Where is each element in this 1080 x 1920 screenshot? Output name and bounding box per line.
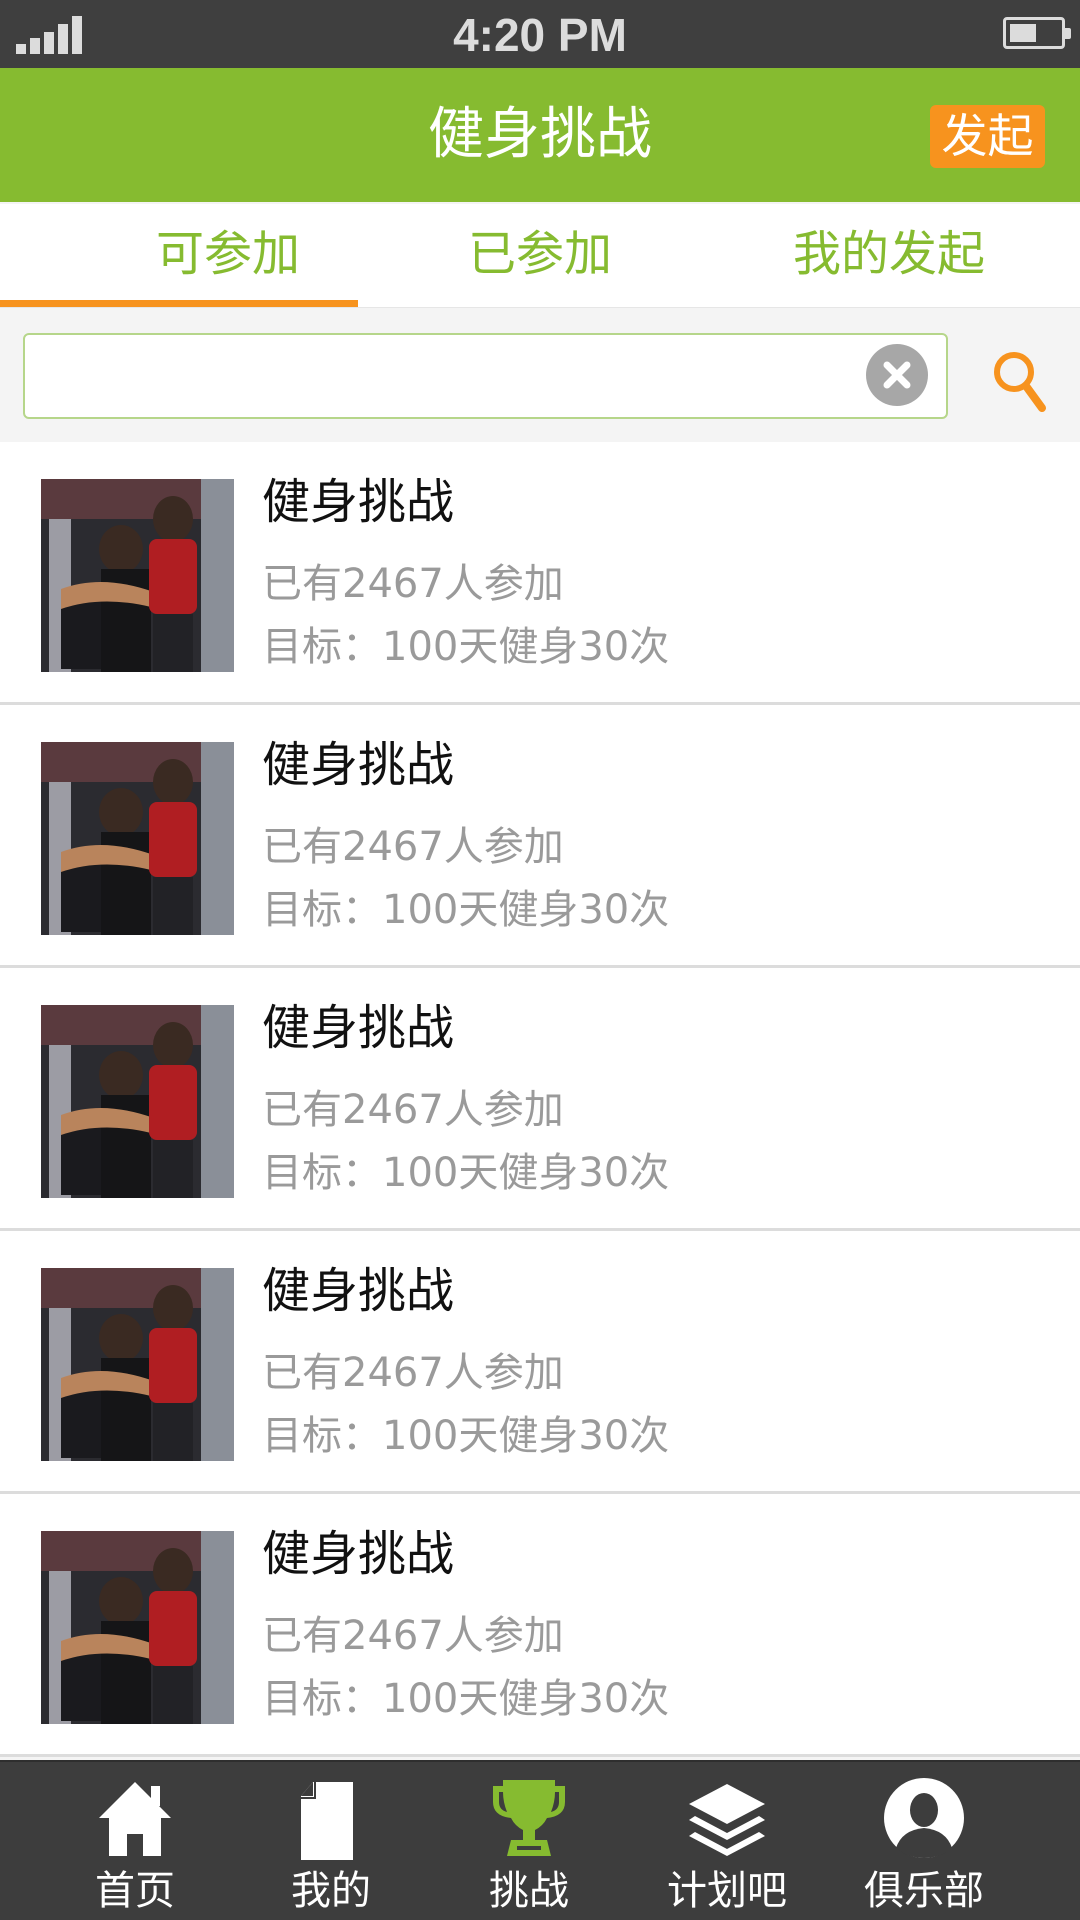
page-title: 健身挑战	[428, 102, 652, 167]
status-time: 4:20 PM	[453, 9, 627, 61]
nav-item-club[interactable]: 俱乐部	[829, 1762, 1019, 1920]
challenge-title: 健身挑战	[262, 1263, 455, 1319]
nav-item-challenge[interactable]: 挑战	[434, 1762, 624, 1920]
tab-available[interactable]: 可参加	[58, 224, 398, 284]
challenge-thumbnail	[41, 1005, 234, 1198]
launch-challenge-button[interactable]: 发起	[930, 105, 1045, 168]
challenge-goal: 目标：100天健身30次	[262, 624, 670, 670]
challenge-goal: 目标：100天健身30次	[262, 1413, 670, 1459]
nav-item-plans[interactable]: 计划吧	[632, 1762, 822, 1920]
nav-label-club: 俱乐部	[864, 1868, 984, 1914]
challenge-goal: 目标：100天健身30次	[262, 1150, 670, 1196]
active-tab-indicator	[0, 300, 358, 307]
tab-my-launched[interactable]: 我的发起	[719, 224, 1059, 284]
participant-count: 已有2467人参加	[262, 561, 564, 607]
nav-item-home[interactable]: 首页	[40, 1762, 230, 1920]
trophy-icon	[489, 1776, 569, 1862]
document-icon	[291, 1776, 371, 1862]
participant-count: 已有2467人参加	[262, 1350, 564, 1396]
challenge-title: 健身挑战	[262, 737, 455, 793]
challenge-goal: 目标：100天健身30次	[262, 887, 670, 933]
challenge-thumbnail	[41, 1531, 234, 1724]
challenge-thumbnail	[41, 1268, 234, 1461]
layers-icon	[687, 1776, 767, 1862]
fitness-challenge-screen: 4:20 PM 健身挑战 发起 可参加 已参加 我的发起 健身挑战 已有2467…	[0, 0, 1080, 1920]
challenge-item[interactable]: 健身挑战 已有2467人参加 目标：100天健身30次	[0, 705, 1080, 968]
challenge-list: 健身挑战 已有2467人参加 目标：100天健身30次 健身挑战 已有2467人…	[0, 442, 1080, 1757]
nav-label-mine: 我的	[291, 1868, 371, 1914]
participant-count: 已有2467人参加	[262, 824, 564, 870]
app-header: 健身挑战 发起	[0, 68, 1080, 202]
nav-label-home: 首页	[95, 1868, 175, 1914]
challenge-title: 健身挑战	[262, 1526, 455, 1582]
tab-joined[interactable]: 已参加	[370, 224, 710, 284]
challenge-goal: 目标：100天健身30次	[262, 1676, 670, 1722]
home-icon	[95, 1776, 175, 1862]
challenge-title: 健身挑战	[262, 1000, 455, 1056]
challenge-item[interactable]: 健身挑战 已有2467人参加 目标：100天健身30次	[0, 442, 1080, 705]
nav-item-mine[interactable]: 我的	[236, 1762, 426, 1920]
challenge-thumbnail	[41, 479, 234, 672]
search-bar	[0, 308, 1080, 442]
nav-label-plans: 计划吧	[667, 1868, 787, 1914]
clear-icon[interactable]	[866, 344, 928, 406]
participant-count: 已有2467人参加	[262, 1087, 564, 1133]
challenge-thumbnail	[41, 742, 234, 935]
challenge-title: 健身挑战	[262, 474, 455, 530]
challenge-tabs: 可参加 已参加 我的发起	[0, 204, 1080, 308]
nav-label-challenge: 挑战	[489, 1868, 569, 1914]
challenge-item[interactable]: 健身挑战 已有2467人参加 目标：100天健身30次	[0, 968, 1080, 1231]
challenge-item[interactable]: 健身挑战 已有2467人参加 目标：100天健身30次	[0, 1231, 1080, 1494]
status-bar: 4:20 PM	[0, 0, 1080, 68]
participant-count: 已有2467人参加	[262, 1613, 564, 1659]
search-input[interactable]	[23, 333, 948, 419]
battery-icon	[1003, 17, 1071, 49]
search-icon[interactable]	[990, 348, 1048, 416]
bottom-navigation: 首页 我的 挑战 计划吧 俱乐部	[0, 1760, 1080, 1920]
challenge-item[interactable]: 健身挑战 已有2467人参加 目标：100天健身30次	[0, 1494, 1080, 1757]
user-icon	[884, 1776, 964, 1862]
